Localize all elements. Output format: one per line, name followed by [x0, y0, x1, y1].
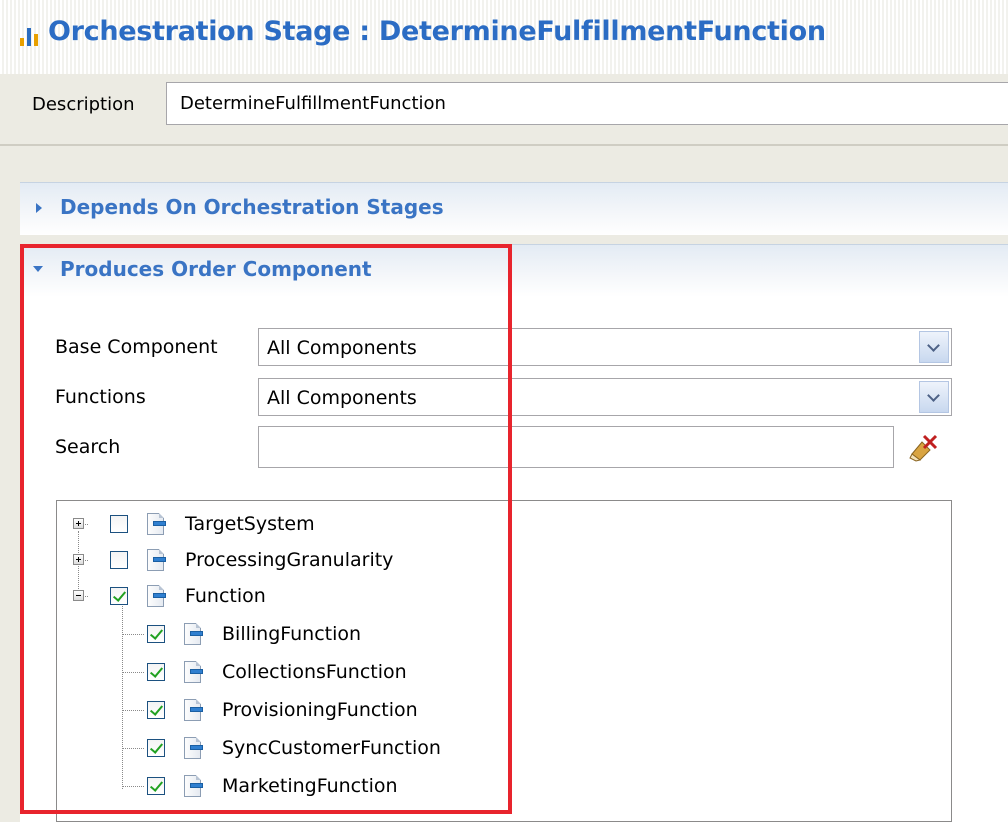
tree-node-provisioningfunction[interactable]: ProvisioningFunction [57, 693, 937, 729]
tree-node-collectionsfunction[interactable]: CollectionsFunction [57, 655, 937, 691]
base-component-value: All Components [267, 337, 417, 359]
description-field[interactable]: DetermineFulfillmentFunction [166, 82, 1008, 125]
tree-node-function[interactable]: Function [57, 579, 937, 615]
tree-node-label: BillingFunction [222, 623, 362, 645]
title-bar: Orchestration Stage : DetermineFulfillme… [0, 0, 1008, 74]
component-icon [184, 699, 203, 721]
section-title-produces: Produces Order Component [60, 257, 372, 281]
chevron-down-icon[interactable] [919, 331, 949, 363]
component-icon [147, 585, 166, 607]
base-component-select[interactable]: All Components [258, 328, 952, 366]
section-depends-on[interactable]: Depends On Orchestration Stages [20, 182, 1008, 235]
component-icon [184, 775, 203, 797]
checkbox-checked[interactable] [147, 663, 165, 681]
functions-label: Functions [55, 386, 146, 408]
collapse-arrow-icon [33, 266, 43, 272]
checkbox-checked[interactable] [147, 777, 165, 795]
tree-node-label: CollectionsFunction [222, 661, 407, 683]
tree-node-marketingfunction[interactable]: MarketingFunction [57, 769, 937, 805]
tree-node-label: ProvisioningFunction [222, 699, 418, 721]
tree-node-processinggranularity[interactable]: ProcessingGranularity [57, 543, 937, 579]
description-label: Description [32, 94, 135, 115]
section-produces[interactable]: Produces Order Component [20, 244, 1008, 297]
chevron-down-icon[interactable] [919, 381, 949, 413]
expand-plus-icon[interactable] [73, 554, 84, 565]
checkbox[interactable] [110, 515, 128, 533]
clear-search-icon[interactable] [908, 432, 940, 462]
tree-node-label: MarketingFunction [222, 775, 398, 797]
component-icon [184, 661, 203, 683]
component-icon [147, 549, 166, 571]
search-label: Search [55, 436, 121, 458]
separator [0, 144, 1008, 146]
page-title: Orchestration Stage : DetermineFulfillme… [48, 16, 826, 47]
component-icon [147, 513, 166, 535]
search-input[interactable] [258, 426, 894, 468]
collapse-minus-icon[interactable] [73, 590, 84, 601]
component-icon [184, 737, 203, 759]
functions-value: All Components [267, 387, 417, 409]
functions-select[interactable]: All Components [258, 378, 952, 416]
tree-node-label: Function [185, 585, 266, 607]
tree-node-targetsystem[interactable]: TargetSystem [57, 507, 937, 543]
tree-node-label: SyncCustomerFunction [222, 737, 441, 759]
tree-node-synccustomerfunction[interactable]: SyncCustomerFunction [57, 731, 937, 767]
component-tree[interactable]: TargetSystem ProcessingGranularity Funct… [56, 500, 952, 822]
expand-arrow-icon [36, 203, 42, 213]
checkbox-checked[interactable] [110, 587, 128, 605]
component-icon [184, 623, 203, 645]
checkbox-checked[interactable] [147, 701, 165, 719]
checkbox[interactable] [110, 551, 128, 569]
section-title-depends-on: Depends On Orchestration Stages [60, 195, 444, 219]
base-component-label: Base Component [55, 336, 218, 358]
bar-chart-icon [20, 24, 44, 46]
tree-node-label: ProcessingGranularity [185, 549, 394, 571]
expand-plus-icon[interactable] [73, 518, 84, 529]
tree-node-billingfunction[interactable]: BillingFunction [57, 617, 937, 653]
checkbox-checked[interactable] [147, 739, 165, 757]
tree-node-label: TargetSystem [185, 513, 315, 535]
checkbox-checked[interactable] [147, 625, 165, 643]
